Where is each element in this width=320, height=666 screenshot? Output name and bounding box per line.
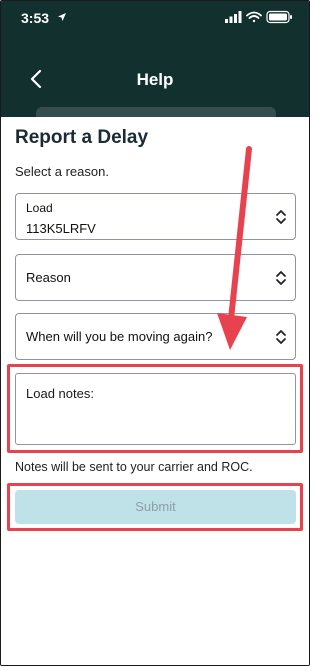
annotation-arrow-icon — [217, 146, 252, 350]
phone-screen: 3:53 Help Report a Delay Select a reason… — [0, 0, 310, 666]
